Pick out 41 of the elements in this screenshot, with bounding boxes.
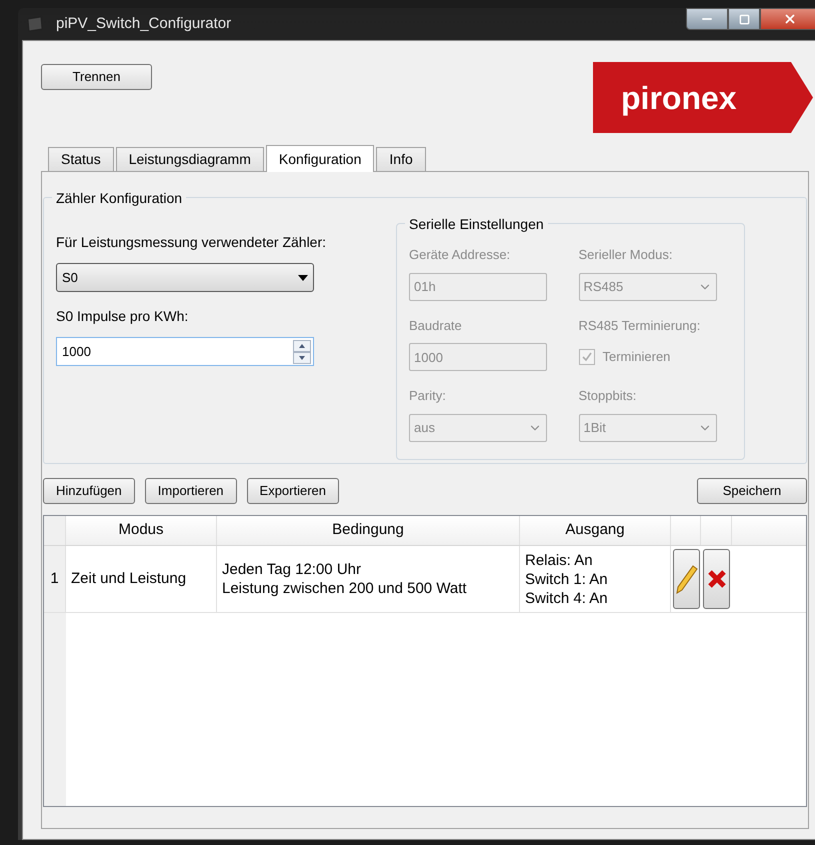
column-header: Modus	[66, 516, 217, 545]
field-label: Für Leistungsmessung verwendeter Zähler:	[56, 233, 328, 252]
table-cell: Zeit und Leistung	[66, 546, 217, 612]
field-label: RS485 Terminierung:	[578, 316, 702, 335]
tab[interactable]: Konfiguration	[266, 145, 374, 172]
tab[interactable]: Leistungsdiagramm	[116, 147, 264, 171]
tab[interactable]: Info	[376, 147, 426, 171]
action-button[interactable]: Hinzufügen	[43, 478, 135, 504]
table-cell: Relais: An Switch 1: An Switch 4: An	[520, 546, 671, 612]
field-label: Stoppbits:	[578, 387, 638, 405]
field-label: Serieller Modus:	[578, 246, 674, 264]
close-icon	[783, 12, 797, 26]
delete-button[interactable]	[703, 549, 730, 609]
spin-arrows-icon	[293, 340, 311, 364]
logo: pironex	[593, 62, 813, 133]
row-number: 1	[44, 546, 66, 612]
pencil-icon	[676, 564, 698, 594]
close-button[interactable]	[760, 8, 815, 30]
field-label: Geräte Addresse:	[409, 246, 512, 264]
app-icon	[26, 16, 44, 32]
save-button[interactable]: Speichern	[697, 478, 807, 504]
edit-button[interactable]	[673, 549, 700, 609]
field-label: Baudrate	[409, 316, 463, 334]
maximize-icon	[738, 14, 750, 24]
meter-dropdown[interactable]: S0	[56, 263, 314, 292]
cross-icon	[706, 569, 726, 589]
checkmark-icon	[580, 351, 592, 363]
maximize-button[interactable]	[728, 8, 760, 30]
disconnect-button[interactable]: Trennen	[41, 64, 152, 90]
tab[interactable]: Status	[48, 147, 114, 171]
action-button[interactable]: Importieren	[144, 478, 237, 504]
action-button[interactable]: Exportieren	[246, 478, 340, 504]
window-title: piPV_Switch_Configurator	[56, 14, 232, 34]
column-header: Bedingung	[217, 516, 520, 545]
field-label: S0 Impulse pro KWh:	[56, 307, 190, 326]
spin-box[interactable]: 1000	[56, 337, 314, 366]
minimize-button[interactable]	[686, 8, 728, 30]
column-header: Ausgang	[520, 516, 671, 545]
field-label: Parity:	[409, 387, 447, 405]
dropdown-arrow-icon	[298, 274, 308, 280]
table-cell: Jeden Tag 12:00 Uhr Leistung zwischen 200 und 500 Watt	[217, 546, 520, 612]
